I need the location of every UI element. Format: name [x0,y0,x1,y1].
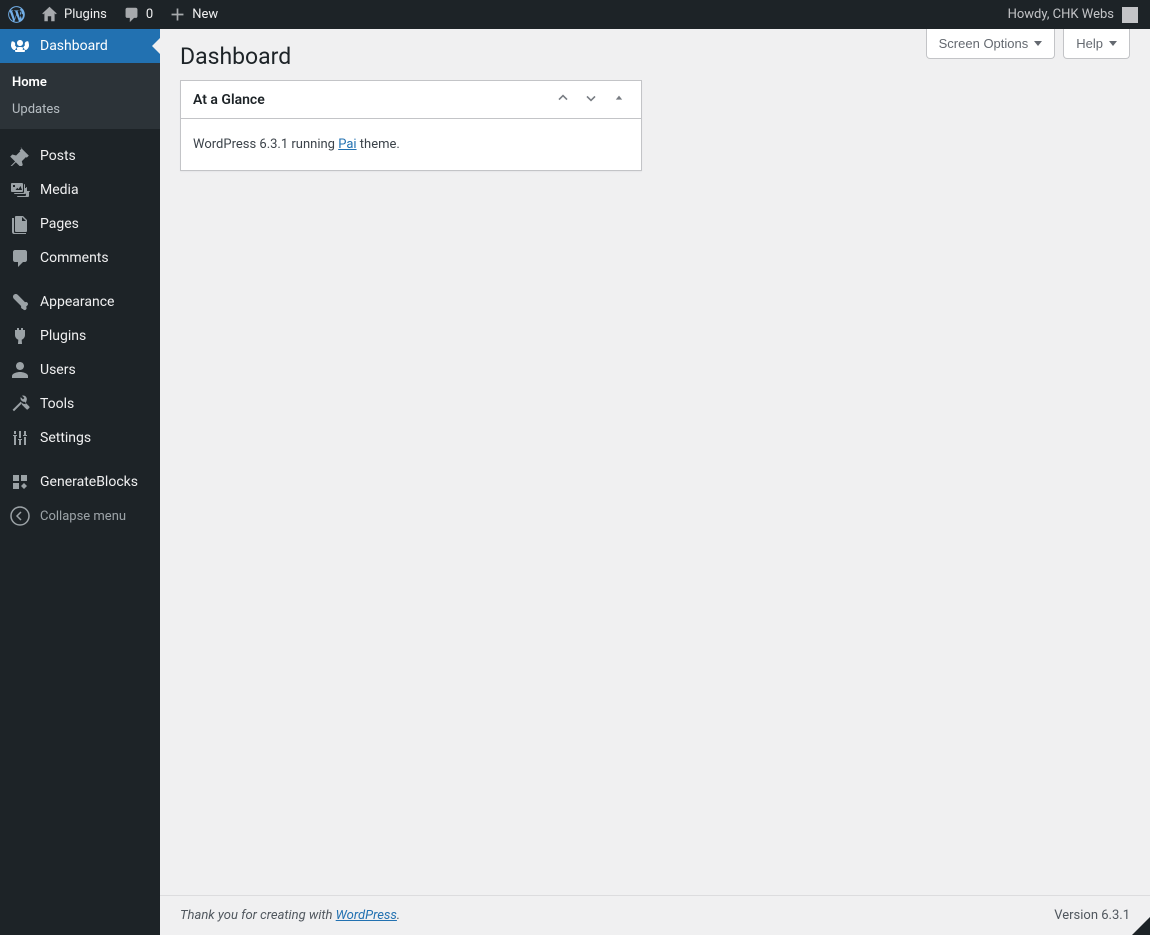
help-button[interactable]: Help [1063,29,1130,59]
widget-header: At a Glance [181,81,641,119]
sidebar-generateblocks-label: GenerateBlocks [40,474,138,490]
menu-separator [0,275,160,285]
sliders-icon [10,428,30,448]
media-icon [10,180,30,200]
sidebar-item-tools[interactable]: Tools [0,387,160,421]
submenu-home[interactable]: Home [0,69,160,96]
dashboard-icon [10,36,30,56]
sidebar-settings-label: Settings [40,430,91,446]
screen-options-label: Screen Options [939,36,1029,51]
screen-meta-controls: Screen Options Help [926,29,1130,59]
generateblocks-icon [10,472,30,492]
admin-footer: Thank you for creating with WordPress. V… [160,895,1150,935]
collapse-menu-button[interactable]: Collapse menu [0,499,160,533]
adminbar-right[interactable]: Howdy, CHK Webs [1008,7,1142,23]
sidebar-posts-label: Posts [40,148,76,164]
sidebar-item-pages[interactable]: Pages [0,207,160,241]
screen-options-button[interactable]: Screen Options [926,29,1056,59]
sidebar-item-generateblocks[interactable]: GenerateBlocks [0,465,160,499]
chevron-up-icon [555,90,571,106]
comments-icon [10,248,30,268]
page-icon [10,214,30,234]
sidebar-comments-label: Comments [40,250,109,266]
glance-text-post: theme. [357,137,400,152]
resize-corner-icon [1132,917,1150,935]
collapse-label: Collapse menu [40,509,126,524]
footer-thanks: Thank you for creating with WordPress. [180,908,400,923]
widget-body: WordPress 6.3.1 running Pai theme. [181,119,641,170]
menu-separator [0,455,160,465]
site-name-label: Plugins [64,7,107,22]
widget-controls [553,88,629,112]
sidebar-users-label: Users [40,362,76,378]
home-icon [41,6,58,23]
collapse-icon [10,506,30,526]
sidebar-item-settings[interactable]: Settings [0,421,160,455]
pin-icon [10,146,30,166]
avatar [1122,7,1138,23]
greeting-text: Howdy, CHK Webs [1008,7,1114,22]
help-label: Help [1076,36,1103,51]
user-icon [10,360,30,380]
sidebar-pages-label: Pages [40,216,79,232]
footer-version: Version 6.3.1 [1054,908,1130,923]
sidebar-appearance-label: Appearance [40,294,114,310]
sidebar-item-comments[interactable]: Comments [0,241,160,275]
menu-separator [0,129,160,139]
wordpress-logo-icon [8,6,25,23]
admin-bar: Plugins 0 New Howdy, CHK Webs [0,0,1150,29]
sidebar-item-media[interactable]: Media [0,173,160,207]
site-name-link[interactable]: Plugins [33,0,115,29]
sidebar-dashboard-label: Dashboard [40,38,108,54]
footer-wp-link[interactable]: WordPress [336,908,397,923]
chevron-down-icon [583,90,599,106]
dashboard-submenu: Home Updates [0,63,160,129]
sidebar-tools-label: Tools [40,396,74,412]
move-down-button[interactable] [581,88,601,112]
sidebar-item-appearance[interactable]: Appearance [0,285,160,319]
comment-count: 0 [146,7,153,22]
new-label: New [192,7,218,22]
sidebar-item-posts[interactable]: Posts [0,139,160,173]
chevron-down-icon [1034,41,1042,46]
plugin-icon [10,326,30,346]
chevron-down-icon [1109,41,1117,46]
brush-icon [10,292,30,312]
wrench-icon [10,394,30,414]
comment-icon [123,6,140,23]
toggle-panel-button[interactable] [609,88,629,112]
sidebar-item-users[interactable]: Users [0,353,160,387]
adminbar-left: Plugins 0 New [0,0,226,29]
plus-icon [169,6,186,23]
footer-thanks-post: . [397,908,400,923]
sidebar-plugins-label: Plugins [40,328,86,344]
comments-link[interactable]: 0 [115,0,161,29]
triangle-up-icon [611,90,627,106]
sidebar-media-label: Media [40,182,79,198]
sidebar-item-plugins[interactable]: Plugins [0,319,160,353]
widget-title: At a Glance [193,92,265,108]
submenu-updates[interactable]: Updates [0,96,160,123]
theme-link[interactable]: Pai [338,137,356,152]
footer-thanks-pre: Thank you for creating with [180,908,336,923]
main-content: Screen Options Help Dashboard At a Glanc… [160,29,1150,935]
admin-sidebar: Dashboard Home Updates Posts Media Pages… [0,29,160,935]
sidebar-item-dashboard[interactable]: Dashboard [0,29,160,63]
glance-text-pre: WordPress 6.3.1 running [193,137,338,152]
at-a-glance-widget: At a Glance WordPress 6.3.1 running Pai … [180,80,642,171]
wp-logo-menu[interactable] [0,0,33,29]
new-content-link[interactable]: New [161,0,226,29]
move-up-button[interactable] [553,88,573,112]
